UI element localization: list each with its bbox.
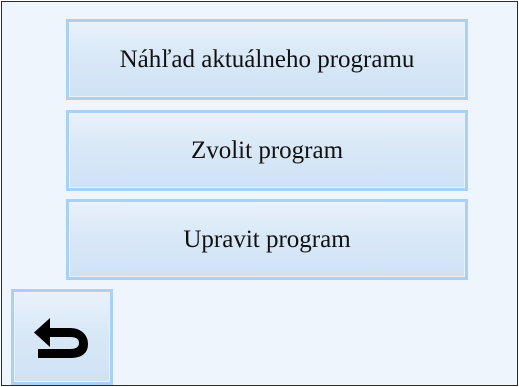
select-program-button[interactable]: Zvolit program bbox=[66, 110, 468, 191]
preview-current-program-label: Náhľad aktuálneho programu bbox=[119, 45, 415, 73]
preview-current-program-button[interactable]: Náhľad aktuálneho programu bbox=[66, 19, 468, 100]
edit-program-button[interactable]: Upravit program bbox=[66, 199, 468, 280]
menu-screen: Náhľad aktuálneho programu Zvolit progra… bbox=[1, 1, 518, 386]
select-program-label: Zvolit program bbox=[190, 136, 344, 164]
edit-program-label: Upravit program bbox=[183, 225, 351, 253]
return-arrow-icon bbox=[34, 318, 88, 358]
back-button[interactable] bbox=[11, 289, 113, 385]
